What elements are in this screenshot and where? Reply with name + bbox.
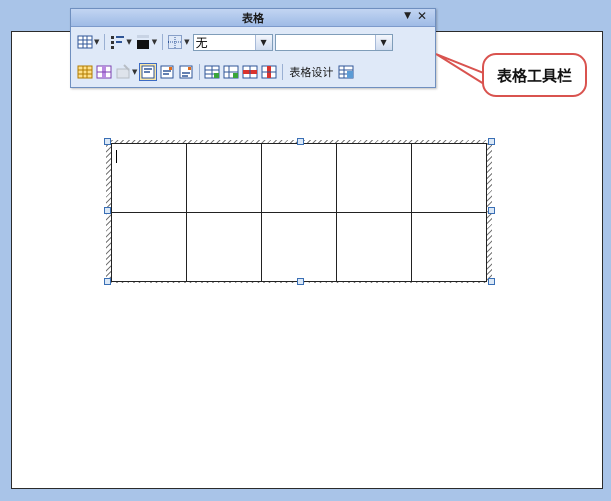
- chevron-down-icon[interactable]: ▼: [254, 34, 272, 50]
- fill-color-icon[interactable]: [135, 34, 151, 50]
- edit-table-icon[interactable]: [115, 64, 131, 80]
- table-cell[interactable]: [411, 212, 487, 282]
- table-cell[interactable]: [336, 143, 412, 213]
- table-cell[interactable]: [111, 212, 187, 282]
- table-toolbar[interactable]: 表格 ▼ ✕ ▼ ▼ ▼ ▼ 无 ▼ ▼ ▼ 表格设计: [70, 8, 436, 88]
- resize-handle[interactable]: [488, 138, 495, 145]
- insert-column-icon[interactable]: [96, 64, 112, 80]
- table-row: [111, 143, 487, 213]
- align-middle-icon[interactable]: [159, 64, 175, 80]
- text-cursor: [116, 150, 117, 163]
- table-selection-frame[interactable]: [106, 140, 492, 283]
- document-table[interactable]: [111, 143, 487, 282]
- resize-handle[interactable]: [104, 207, 111, 214]
- align-bottom-icon[interactable]: [178, 64, 194, 80]
- chevron-down-icon[interactable]: ▼: [126, 38, 131, 46]
- chevron-down-icon[interactable]: ▼: [152, 38, 157, 46]
- border-style-value: 无: [195, 35, 208, 50]
- insert-row-above-icon[interactable]: [204, 64, 220, 80]
- resize-handle[interactable]: [488, 207, 495, 214]
- chevron-down-icon[interactable]: ▼: [374, 34, 392, 50]
- toolbar-row-2: ▼ 表格设计: [77, 61, 357, 83]
- border-style-select[interactable]: 无 ▼: [192, 33, 273, 51]
- table-properties-icon[interactable]: [338, 64, 354, 80]
- chevron-down-icon[interactable]: ▼: [184, 38, 189, 46]
- toolbar-options-button[interactable]: ▼: [404, 11, 411, 21]
- callout-label: 表格工具栏: [482, 53, 587, 97]
- close-button[interactable]: ✕: [417, 9, 427, 23]
- border-width-select[interactable]: ▼: [274, 33, 393, 51]
- table-cell[interactable]: [186, 143, 262, 213]
- table-cell[interactable]: [261, 212, 337, 282]
- resize-handle[interactable]: [297, 278, 304, 285]
- table-cell[interactable]: [186, 212, 262, 282]
- separator: [104, 34, 106, 50]
- border-icon[interactable]: [167, 34, 183, 50]
- toolbar-row-1: ▼ ▼ ▼ ▼ 无 ▼ ▼: [77, 31, 393, 53]
- resize-handle[interactable]: [297, 138, 304, 145]
- table-cell[interactable]: [111, 143, 187, 213]
- resize-handle[interactable]: [104, 278, 111, 285]
- align-icon[interactable]: [109, 34, 125, 50]
- toolbar-titlebar[interactable]: 表格 ▼ ✕: [71, 9, 435, 27]
- table-design-button[interactable]: 表格设计: [289, 64, 333, 80]
- table-cell[interactable]: [261, 143, 337, 213]
- insert-column-left-icon[interactable]: [223, 64, 239, 80]
- toolbar-title: 表格: [242, 12, 264, 25]
- table-cell[interactable]: [336, 212, 412, 282]
- separator: [162, 34, 164, 50]
- insert-table-icon[interactable]: [77, 34, 93, 50]
- table-row: [111, 212, 487, 282]
- separator: [282, 64, 284, 80]
- align-top-icon[interactable]: [139, 63, 158, 81]
- insert-row-icon[interactable]: [77, 64, 93, 80]
- delete-column-icon[interactable]: [261, 64, 277, 80]
- delete-row-icon[interactable]: [242, 64, 258, 80]
- separator: [199, 64, 201, 80]
- chevron-down-icon[interactable]: ▼: [94, 38, 99, 46]
- resize-handle[interactable]: [488, 278, 495, 285]
- chevron-down-icon[interactable]: ▼: [132, 68, 137, 76]
- table-cell[interactable]: [411, 143, 487, 213]
- resize-handle[interactable]: [104, 138, 111, 145]
